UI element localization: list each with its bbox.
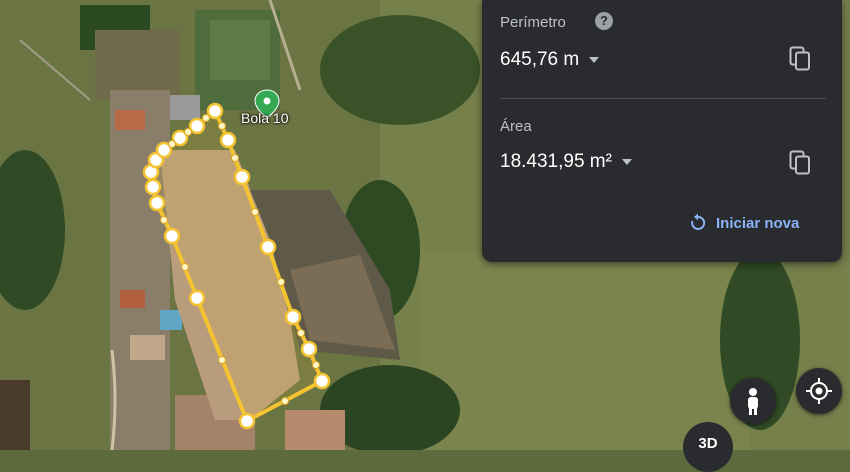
measure-vertex[interactable] bbox=[259, 238, 277, 256]
measure-vertex[interactable] bbox=[233, 168, 251, 186]
measure-midpoint[interactable] bbox=[168, 140, 176, 148]
street-view-button[interactable] bbox=[730, 378, 776, 424]
area-value: 18.431,95 m² bbox=[500, 151, 612, 172]
start-new-label: Iniciar nova bbox=[716, 214, 800, 232]
poi-label[interactable]: Bola 10 bbox=[241, 110, 288, 126]
measure-vertex[interactable] bbox=[219, 131, 237, 149]
perimeter-value-selector[interactable]: 645,76 m bbox=[500, 49, 600, 71]
divider bbox=[500, 98, 826, 99]
3d-toggle-button[interactable]: 3D bbox=[683, 422, 733, 472]
measure-midpoint[interactable] bbox=[312, 361, 320, 369]
copy-perimeter-icon[interactable] bbox=[789, 46, 811, 72]
help-icon[interactable]: ? bbox=[595, 12, 613, 30]
measure-vertex[interactable] bbox=[148, 194, 166, 212]
measure-midpoint[interactable] bbox=[251, 208, 259, 216]
measure-midpoint[interactable] bbox=[231, 154, 239, 162]
measure-panel: Perímetro ? 645,76 m Área 18.431,95 m² I… bbox=[482, 0, 842, 262]
measure-vertex[interactable] bbox=[284, 308, 302, 326]
measure-vertex[interactable] bbox=[163, 227, 181, 245]
measure-vertex[interactable] bbox=[238, 412, 256, 430]
chevron-down-icon bbox=[621, 158, 632, 165]
measure-midpoint[interactable] bbox=[202, 114, 210, 122]
restart-icon bbox=[691, 213, 706, 230]
my-location-button[interactable] bbox=[796, 368, 842, 414]
measure-vertex[interactable] bbox=[144, 178, 162, 196]
my-location-icon bbox=[806, 378, 832, 404]
measure-midpoint[interactable] bbox=[218, 122, 226, 130]
chevron-down-icon bbox=[589, 56, 600, 63]
start-new-button[interactable]: Iniciar nova bbox=[688, 211, 799, 235]
measure-vertex[interactable] bbox=[188, 289, 206, 307]
pegman-icon bbox=[748, 388, 758, 415]
area-label: Área bbox=[500, 118, 532, 135]
measure-vertex[interactable] bbox=[206, 102, 224, 120]
perimeter-value: 645,76 m bbox=[500, 49, 580, 70]
measure-midpoint[interactable] bbox=[184, 128, 192, 136]
area-value-selector[interactable]: 18.431,95 m² bbox=[500, 151, 632, 173]
measure-midpoint[interactable] bbox=[277, 278, 285, 286]
measure-vertex[interactable] bbox=[188, 117, 206, 135]
measure-midpoint[interactable] bbox=[218, 356, 226, 364]
measure-midpoint[interactable] bbox=[297, 329, 305, 337]
perimeter-label: Perímetro bbox=[500, 14, 566, 31]
measure-vertex[interactable] bbox=[313, 372, 331, 390]
measure-vertex[interactable] bbox=[300, 340, 318, 358]
measure-midpoint[interactable] bbox=[160, 216, 168, 224]
measure-midpoint[interactable] bbox=[181, 263, 189, 271]
copy-area-icon[interactable] bbox=[789, 150, 811, 176]
measure-midpoint[interactable] bbox=[281, 397, 289, 405]
